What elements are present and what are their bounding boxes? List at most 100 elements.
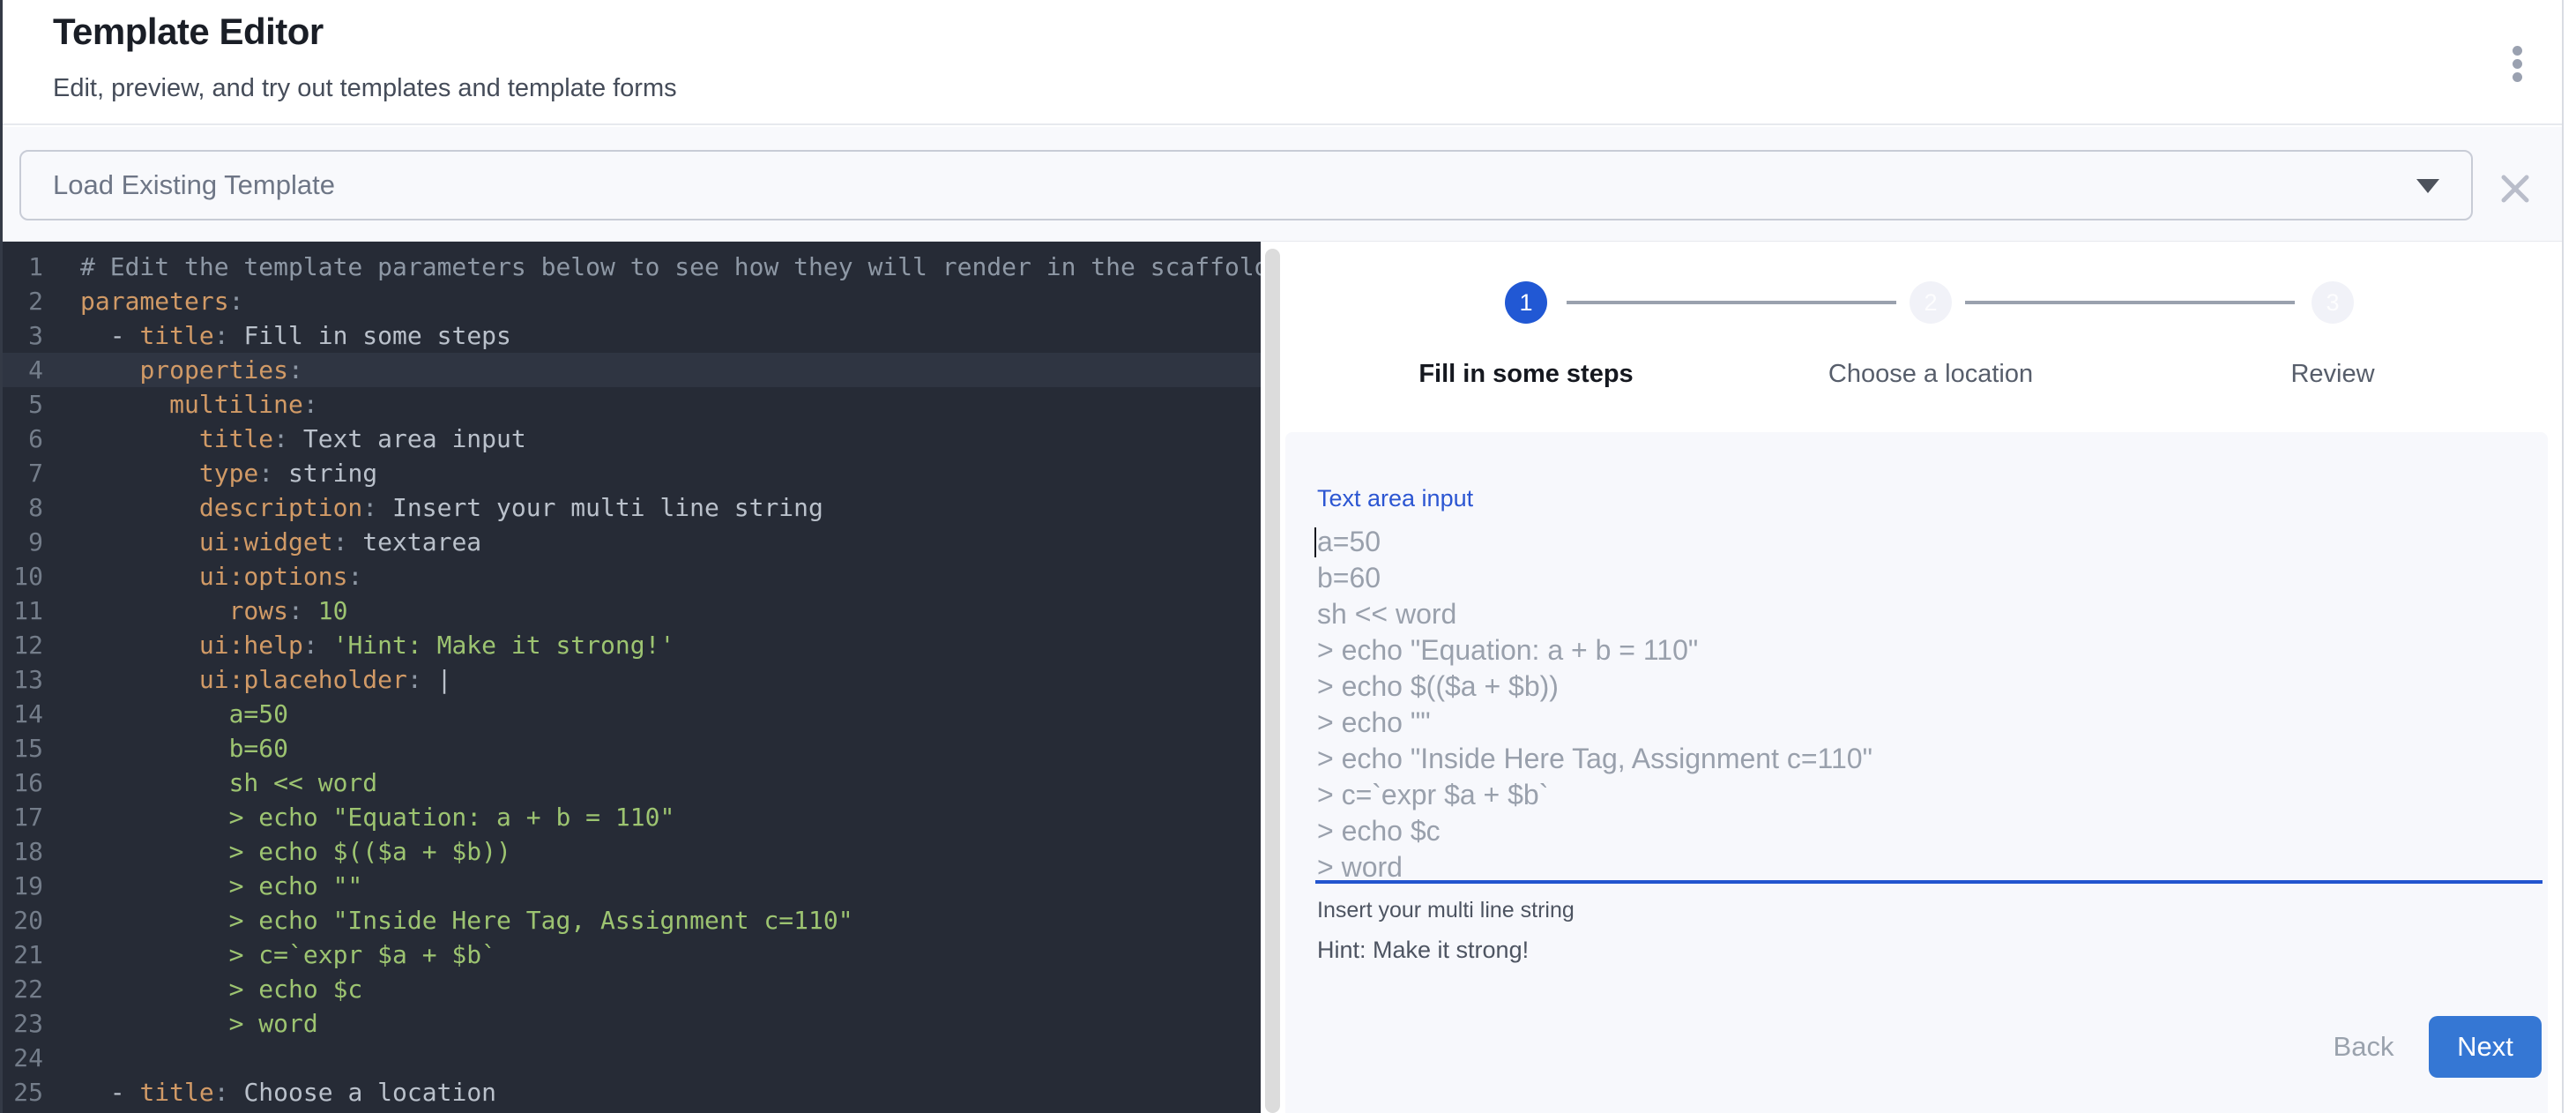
- code-text: > echo "Inside Here Tag, Assignment c=11…: [80, 903, 853, 937]
- editor-line[interactable]: 4 properties:: [3, 353, 1261, 387]
- step-label: Fill in some steps: [1350, 360, 1702, 389]
- line-number: 22: [3, 972, 43, 1006]
- editor-line[interactable]: 6 title: Text area input: [3, 422, 1261, 456]
- line-number: 24: [3, 1041, 43, 1075]
- line-number: 23: [3, 1006, 43, 1041]
- editor-line[interactable]: 21 > c=`expr $a + $b`: [3, 937, 1261, 972]
- scrollbar-track[interactable]: [1261, 242, 1284, 1113]
- line-number: 20: [3, 903, 43, 937]
- editor-line[interactable]: 19 > echo "": [3, 869, 1261, 903]
- next-button[interactable]: Next: [2429, 1016, 2542, 1078]
- textarea-placeholder-line: a=50: [1317, 524, 2513, 560]
- code-text: # Edit the template parameters below to …: [80, 250, 1261, 284]
- form-paper: Text area input a=50b=60sh << word> echo…: [1285, 432, 2548, 1113]
- line-number: 11: [3, 594, 43, 628]
- template-preview-panel: 1Fill in some steps2Choose a location3Re…: [1284, 242, 2562, 1113]
- line-number: 8: [3, 490, 43, 525]
- code-text: b=60: [80, 731, 288, 766]
- code-text: ui:options:: [80, 559, 362, 594]
- editor-line[interactable]: 20 > echo "Inside Here Tag, Assignment c…: [3, 903, 1261, 937]
- line-number: 3: [3, 318, 43, 353]
- line-number: 15: [3, 731, 43, 766]
- load-template-select-placeholder: Load Existing Template: [53, 152, 335, 219]
- line-number: 10: [3, 559, 43, 594]
- editor-line[interactable]: 9 ui:widget: textarea: [3, 525, 1261, 559]
- code-text: rows: 10: [80, 594, 347, 628]
- code-text: > word: [80, 1006, 318, 1041]
- textarea-placeholder-line: sh << word: [1317, 596, 2513, 632]
- editor-line[interactable]: 16 sh << word: [3, 766, 1261, 800]
- line-number: 17: [3, 800, 43, 834]
- page-header: Template Editor Edit, preview, and try o…: [3, 0, 2562, 125]
- editor-line[interactable]: 10 ui:options:: [3, 559, 1261, 594]
- editor-line[interactable]: 22 > echo $c: [3, 972, 1261, 1006]
- editor-line[interactable]: 18 > echo $(($a + $b)): [3, 834, 1261, 869]
- stepper-step-2: 2Choose a location: [1754, 281, 2107, 389]
- text-cursor: [1314, 527, 1316, 557]
- editor-line[interactable]: 24: [3, 1041, 1261, 1075]
- scrollbar-thumb[interactable]: [1265, 249, 1280, 1113]
- editor-line[interactable]: 11 rows: 10: [3, 594, 1261, 628]
- field-underline: [1315, 880, 2542, 884]
- code-text: - title: Fill in some steps: [80, 318, 511, 353]
- line-number: 6: [3, 422, 43, 456]
- code-text: parameters:: [80, 284, 243, 318]
- code-text: ui:placeholder: |: [80, 662, 451, 697]
- textarea-placeholder-line: b=60: [1317, 560, 2513, 596]
- step-label: Choose a location: [1754, 360, 2107, 389]
- code-text: description: Insert your multi line stri…: [80, 490, 823, 525]
- stepper-step-1: 1 Fill in some steps: [1350, 281, 1702, 389]
- field-label: Text area input: [1317, 485, 1473, 512]
- step-number-badge: 1: [1505, 281, 1547, 324]
- template-editor-page: Template Editor Edit, preview, and try o…: [0, 0, 2576, 1113]
- code-editor[interactable]: 1 # Edit the template parameters below to…: [3, 242, 1261, 1113]
- code-text: a=50: [80, 697, 288, 731]
- code-text: ui:help: 'Hint: Make it strong!': [80, 628, 674, 662]
- code-lines: 1 # Edit the template parameters below to…: [3, 242, 1261, 1109]
- editor-line[interactable]: 3 - title: Fill in some steps: [3, 318, 1261, 353]
- back-button[interactable]: Back: [2304, 1016, 2423, 1078]
- step-connector: [1965, 301, 2295, 304]
- editor-line[interactable]: 23 > word: [3, 1006, 1261, 1041]
- editor-line[interactable]: 7 type: string: [3, 456, 1261, 490]
- step-number-badge: 3: [2312, 281, 2354, 324]
- line-number: 25: [3, 1075, 43, 1109]
- editor-line[interactable]: 2parameters:: [3, 284, 1261, 318]
- line-number: 16: [3, 766, 43, 800]
- editor-line[interactable]: 1 # Edit the template parameters below to…: [3, 250, 1261, 284]
- kebab-vertical-icon: [2513, 46, 2522, 56]
- field-helper-text: Insert your multi line string: [1317, 898, 1575, 923]
- line-number: 4: [3, 353, 43, 387]
- line-number: 18: [3, 834, 43, 869]
- textarea-placeholder-line: > c=`expr $a + $b`: [1317, 777, 2513, 813]
- textarea-input[interactable]: a=50b=60sh << word> echo "Equation: a + …: [1317, 524, 2513, 894]
- editor-line[interactable]: 15 b=60: [3, 731, 1261, 766]
- editor-line[interactable]: 8 description: Insert your multi line st…: [3, 490, 1261, 525]
- load-template-select[interactable]: Load Existing Template: [19, 150, 2473, 220]
- editor-line[interactable]: 14 a=50: [3, 697, 1261, 731]
- line-number: 21: [3, 937, 43, 972]
- line-number: 5: [3, 387, 43, 422]
- more-options-button[interactable]: [2490, 32, 2543, 95]
- field-hint-text: Hint: Make it strong!: [1317, 937, 1529, 964]
- editor-line[interactable]: 13 ui:placeholder: |: [3, 662, 1261, 697]
- page-subtitle: Edit, preview, and try out templates and…: [53, 74, 677, 103]
- editor-line[interactable]: 12 ui:help: 'Hint: Make it strong!': [3, 628, 1261, 662]
- textarea-placeholder-line: > echo "": [1317, 705, 2513, 741]
- editor-line[interactable]: 17 > echo "Equation: a + b = 110": [3, 800, 1261, 834]
- editor-line[interactable]: 5 multiline:: [3, 387, 1261, 422]
- editor-line[interactable]: 25 - title: Choose a location: [3, 1075, 1261, 1109]
- code-text: type: string: [80, 456, 377, 490]
- close-icon: [2499, 173, 2531, 205]
- template-selector-section: Load Existing Template: [3, 127, 2562, 242]
- step-connector: [1567, 301, 1896, 304]
- line-number: 19: [3, 869, 43, 903]
- textarea-placeholder-line: > echo "Inside Here Tag, Assignment c=11…: [1317, 741, 2513, 777]
- line-number: 13: [3, 662, 43, 697]
- textarea-placeholder-line: > echo $c: [1317, 813, 2513, 849]
- clear-selection-button[interactable]: [2492, 166, 2538, 212]
- code-text: properties:: [80, 353, 303, 387]
- kebab-vertical-icon: [2513, 72, 2522, 82]
- code-text: > echo "Equation: a + b = 110": [80, 800, 674, 834]
- line-number: 1: [3, 250, 43, 284]
